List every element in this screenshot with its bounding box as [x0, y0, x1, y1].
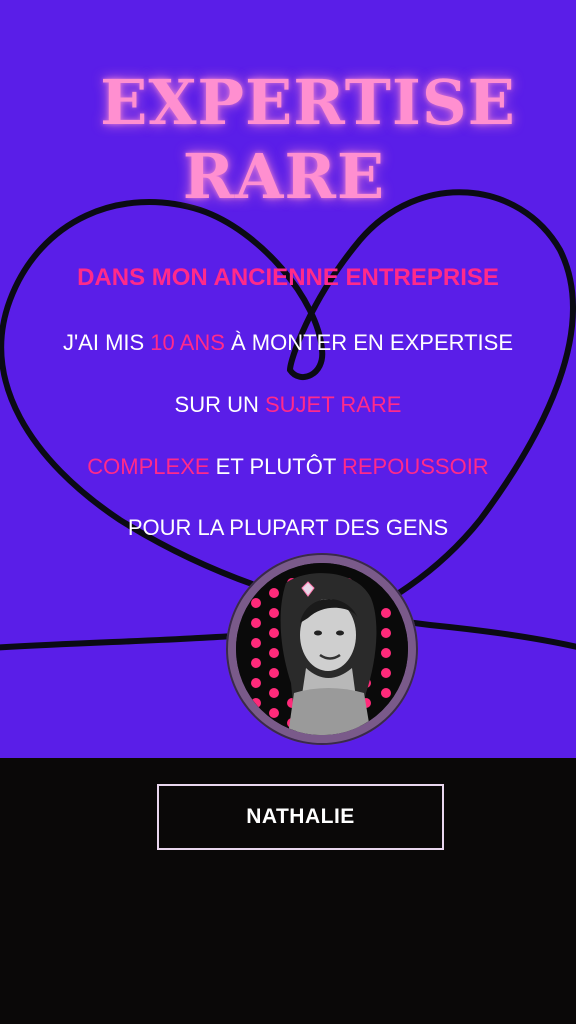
body-text: J'AI MIS	[62, 330, 151, 355]
subtitle-line: DANS MON ANCIENNE ENTREPRISE	[77, 264, 499, 291]
body-line-5: POUR LA PLUPART DES GENS	[127, 515, 449, 540]
body-text: SUR UN	[174, 392, 265, 417]
avatar[interactable]	[226, 553, 418, 745]
body-line-3: SUR UN SUJET RARE	[0, 392, 576, 418]
highlight-text: SUJET RARE	[264, 392, 402, 417]
story-page: EXPERTISE RARE DANS MON ANCIENNE ENTREPR…	[0, 0, 576, 1024]
body-line-4: COMPLEXE ET PLUTÔT REPOUSSOIR	[0, 454, 576, 480]
portrait-photo-icon	[236, 563, 408, 735]
body-line-2: J'AI MIS 10 ANS À MONTER EN EXPERTISE	[0, 330, 576, 356]
title-line-2: RARE	[182, 140, 386, 213]
name-button[interactable]: NATHALIE	[157, 784, 444, 850]
body-text: ET PLUTÔT	[209, 454, 342, 479]
highlight-text: REPOUSSOIR	[342, 454, 489, 479]
body-text: À MONTER EN EXPERTISE	[224, 330, 514, 355]
highlight-text: 10 ANS	[150, 330, 225, 355]
title-line-1: EXPERTISE	[100, 66, 516, 139]
highlight-text: COMPLEXE	[87, 454, 210, 479]
